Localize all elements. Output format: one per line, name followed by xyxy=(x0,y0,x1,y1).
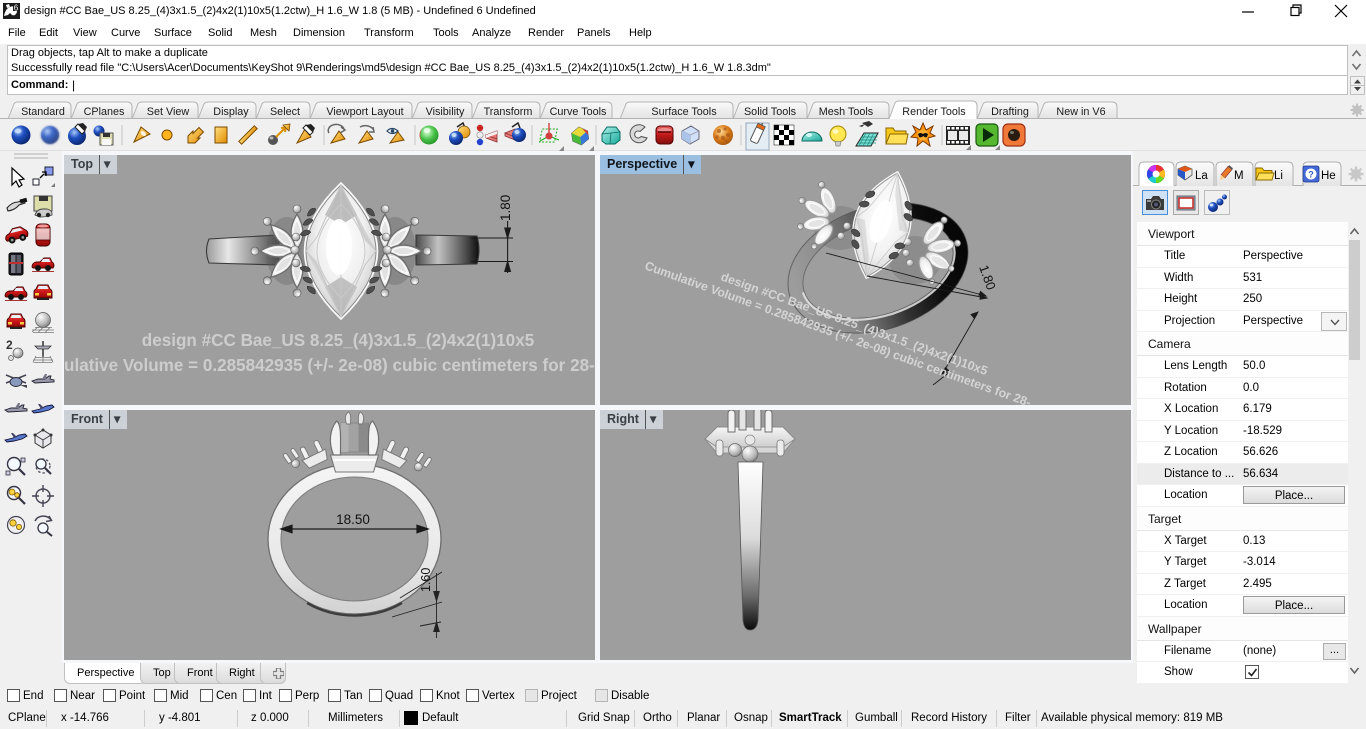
svg-text:Set View: Set View xyxy=(147,106,190,118)
svg-text:Mesh Tools: Mesh Tools xyxy=(819,106,874,118)
svg-text:Standard: Standard xyxy=(21,106,65,118)
svg-text:18.50: 18.50 xyxy=(336,512,370,527)
svg-text:?: ? xyxy=(1308,170,1314,180)
svg-text:Cumulative Volume = 0.28584293: Cumulative Volume = 0.285842935 (+/- 2e-… xyxy=(643,259,1033,405)
svg-text:Solid Tools: Solid Tools xyxy=(744,106,797,118)
svg-text:Li: Li xyxy=(1274,170,1283,182)
svg-text:Viewport Layout: Viewport Layout xyxy=(326,106,403,118)
svg-text:design #CC Bae_US 8.25_(4)3x1.: design #CC Bae_US 8.25_(4)3x1.5_(2)4x2(1… xyxy=(142,331,535,350)
svg-text:ulative Volume = 0.285842935 (: ulative Volume = 0.285842935 (+/- 2e-08)… xyxy=(64,356,595,375)
svg-text:Transform: Transform xyxy=(484,106,533,118)
svg-text:Curve Tools: Curve Tools xyxy=(550,106,607,118)
svg-text:2: 2 xyxy=(6,338,13,352)
svg-text:1.80: 1.80 xyxy=(976,263,999,292)
svg-text:Visibility: Visibility xyxy=(426,106,465,118)
svg-text:1.80: 1.80 xyxy=(498,195,513,221)
svg-text:M: M xyxy=(1234,170,1244,182)
svg-text:He: He xyxy=(1321,170,1336,182)
svg-text:Render Tools: Render Tools xyxy=(902,106,966,118)
svg-text:Surface Tools: Surface Tools xyxy=(651,106,717,118)
svg-text:La: La xyxy=(1195,170,1208,182)
svg-text:Drafting: Drafting xyxy=(991,106,1029,118)
svg-text:CPlanes: CPlanes xyxy=(84,106,125,118)
svg-text:Display: Display xyxy=(213,106,249,118)
svg-text:6: 6 xyxy=(14,4,19,13)
svg-text:Select: Select xyxy=(270,106,300,118)
svg-text:1.60: 1.60 xyxy=(419,568,433,592)
svg-text:New in V6: New in V6 xyxy=(1056,106,1105,118)
